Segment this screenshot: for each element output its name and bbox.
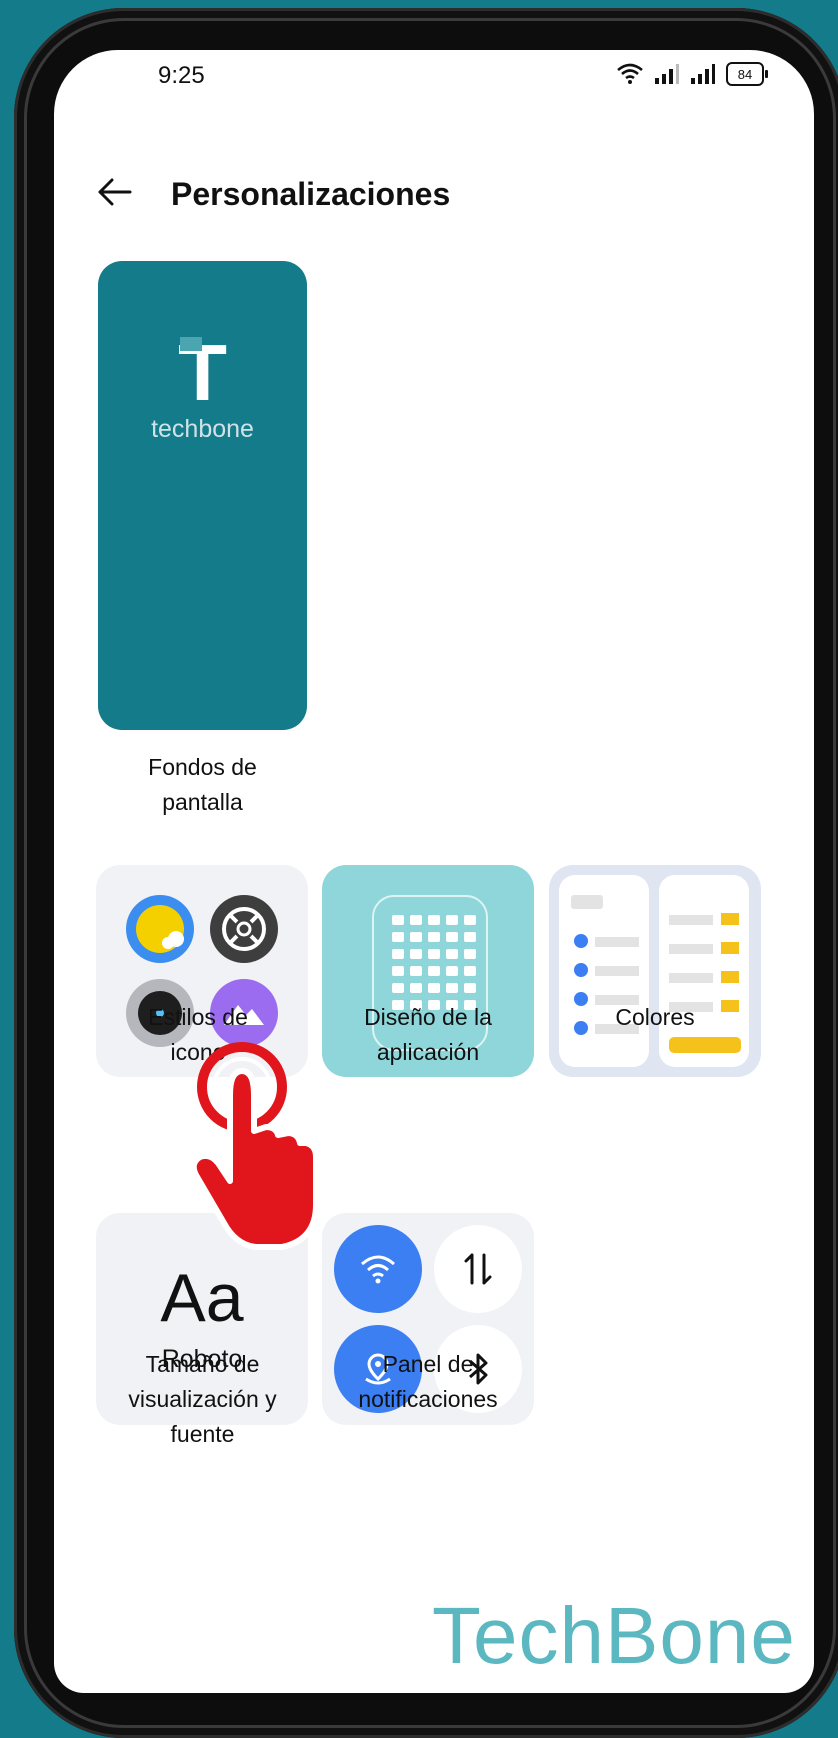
tap-hand-icon [190,1042,319,1250]
app-design-label-line1: Diseño de la [364,1004,492,1030]
page-header: Personalizaciones [54,162,814,222]
font-size-label[interactable]: Tamaño de visualización y fuente [88,1347,317,1452]
font-size-label-line1: Tamaño de [145,1351,260,1377]
page-title: Personalizaciones [171,176,451,212]
techbone-logo: T techbone [98,333,307,444]
notification-panel-label-line1: Panel de [382,1351,474,1377]
status-icons: 84 [616,62,768,86]
battery-level: 84 [737,66,753,82]
techbone-watermark: TechBone [432,1591,796,1680]
colors-preview-right [659,875,749,1067]
logo-letter: T [178,328,227,417]
wallpaper-tile[interactable]: T techbone [98,261,307,730]
app-design-label-line2: aplicación [376,1039,480,1065]
signal-icon [655,64,679,84]
colors-tile[interactable] [549,865,761,1077]
back-arrow-icon[interactable] [94,172,134,212]
status-time: 9:25 [158,62,205,89]
wifi-icon [617,63,643,84]
settings-gear-icon [210,895,278,963]
phone-screen: 9:25 84 Personalizaciones T techbone Fon… [54,50,814,1693]
wallpaper-label-line2: pantalla [162,789,243,815]
status-bar: 9:25 84 [54,50,814,100]
notification-panel-label[interactable]: Panel de notificaciones [313,1347,543,1417]
colors-label[interactable]: Colores [549,1000,761,1035]
font-size-label-line3: fuente [170,1421,235,1447]
signal-icon-2 [691,64,715,84]
wallpaper-label-line1: Fondos de [148,754,257,780]
icon-styles-label-line1: Estilos de [148,1004,248,1030]
mobile-data-icon [434,1225,522,1313]
battery-icon: 84 [726,62,768,86]
colors-preview-left [559,875,649,1067]
colors-label-text: Colores [615,1004,695,1030]
wallpaper-label[interactable]: Fondos de pantalla [88,750,317,820]
app-design-label[interactable]: Diseño de la aplicación [313,1000,543,1070]
app-grid [392,915,476,1010]
logo-word: techbone [151,415,254,443]
notification-panel-label-line2: notificaciones [358,1386,498,1412]
weather-icon [126,895,194,963]
font-size-label-line2: visualización y [128,1386,277,1412]
wifi-toggle-icon [334,1225,422,1313]
font-preview: Aa [160,1260,244,1336]
